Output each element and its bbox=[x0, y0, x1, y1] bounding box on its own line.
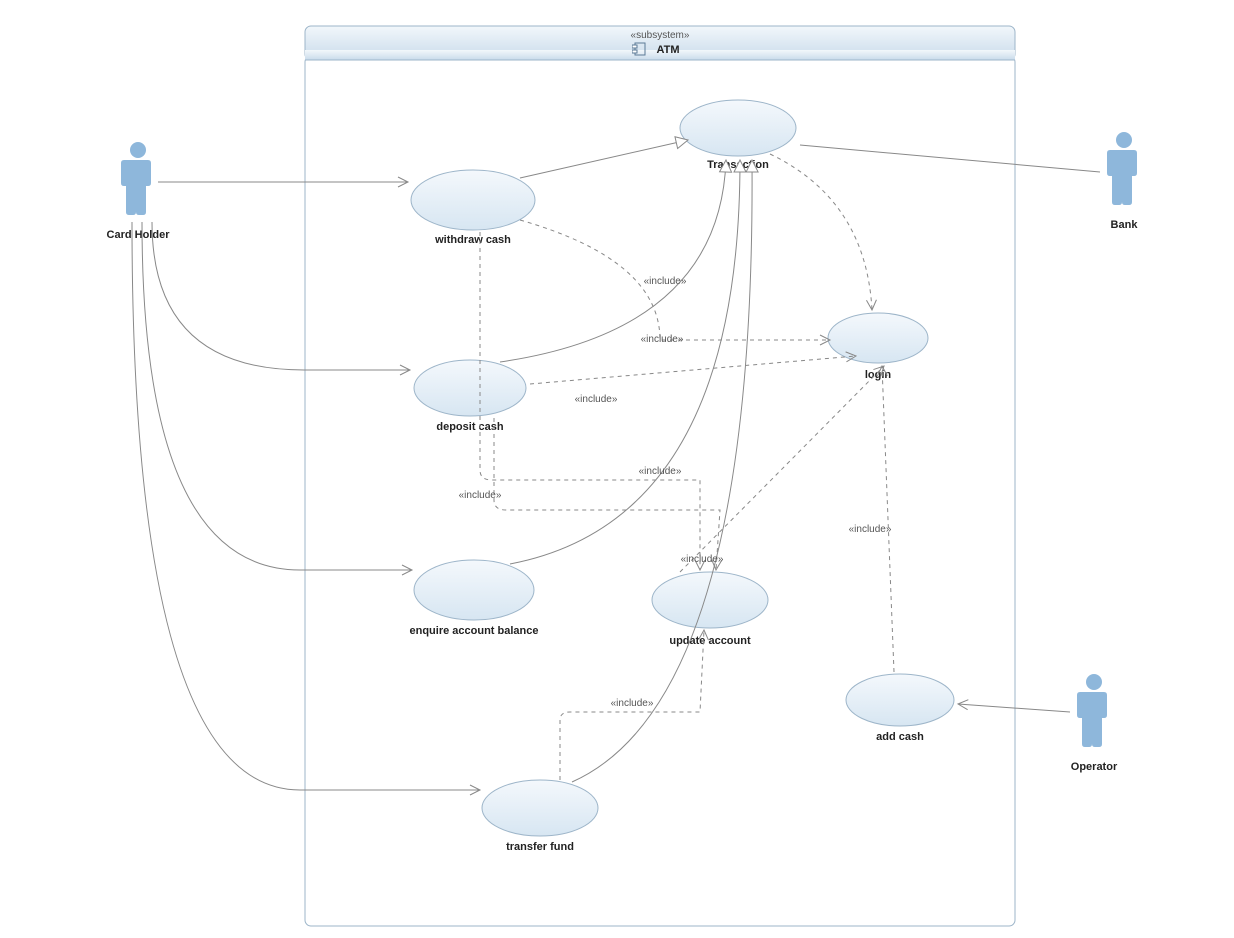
include-label: «include» bbox=[641, 334, 684, 345]
include-label: «include» bbox=[639, 466, 682, 477]
subsystem-name: ATM bbox=[656, 44, 679, 56]
include-label: «include» bbox=[611, 698, 654, 709]
usecase-label: enquire account balance bbox=[410, 625, 539, 637]
usecase-diagram: «subsystem» ATM Card Holder Bank Operato… bbox=[0, 0, 1234, 938]
person-icon bbox=[1077, 674, 1107, 747]
subsystem-stereotype: «subsystem» bbox=[631, 30, 690, 41]
usecase-label: update account bbox=[669, 635, 751, 647]
actor-label: Bank bbox=[1111, 219, 1139, 231]
include-label: «include» bbox=[644, 276, 687, 287]
actor-cardholder: Card Holder bbox=[107, 142, 171, 241]
person-icon bbox=[121, 142, 151, 215]
include-label: «include» bbox=[681, 554, 724, 565]
include-label: «include» bbox=[849, 524, 892, 535]
actor-operator: Operator bbox=[1071, 674, 1118, 773]
usecase-label: withdraw cash bbox=[434, 234, 511, 246]
actor-bank: Bank bbox=[1107, 132, 1138, 231]
usecase-label: transfer fund bbox=[506, 841, 574, 853]
usecase-label: add cash bbox=[876, 731, 924, 743]
include-label: «include» bbox=[459, 490, 502, 501]
person-icon bbox=[1107, 132, 1137, 205]
include-label: «include» bbox=[575, 394, 618, 405]
usecase-label: Transaction bbox=[707, 159, 769, 171]
usecase-label: login bbox=[865, 369, 892, 381]
usecase-enquire: enquire account balance bbox=[410, 560, 539, 637]
actor-label: Operator bbox=[1071, 761, 1118, 773]
actor-label: Card Holder bbox=[107, 229, 171, 241]
